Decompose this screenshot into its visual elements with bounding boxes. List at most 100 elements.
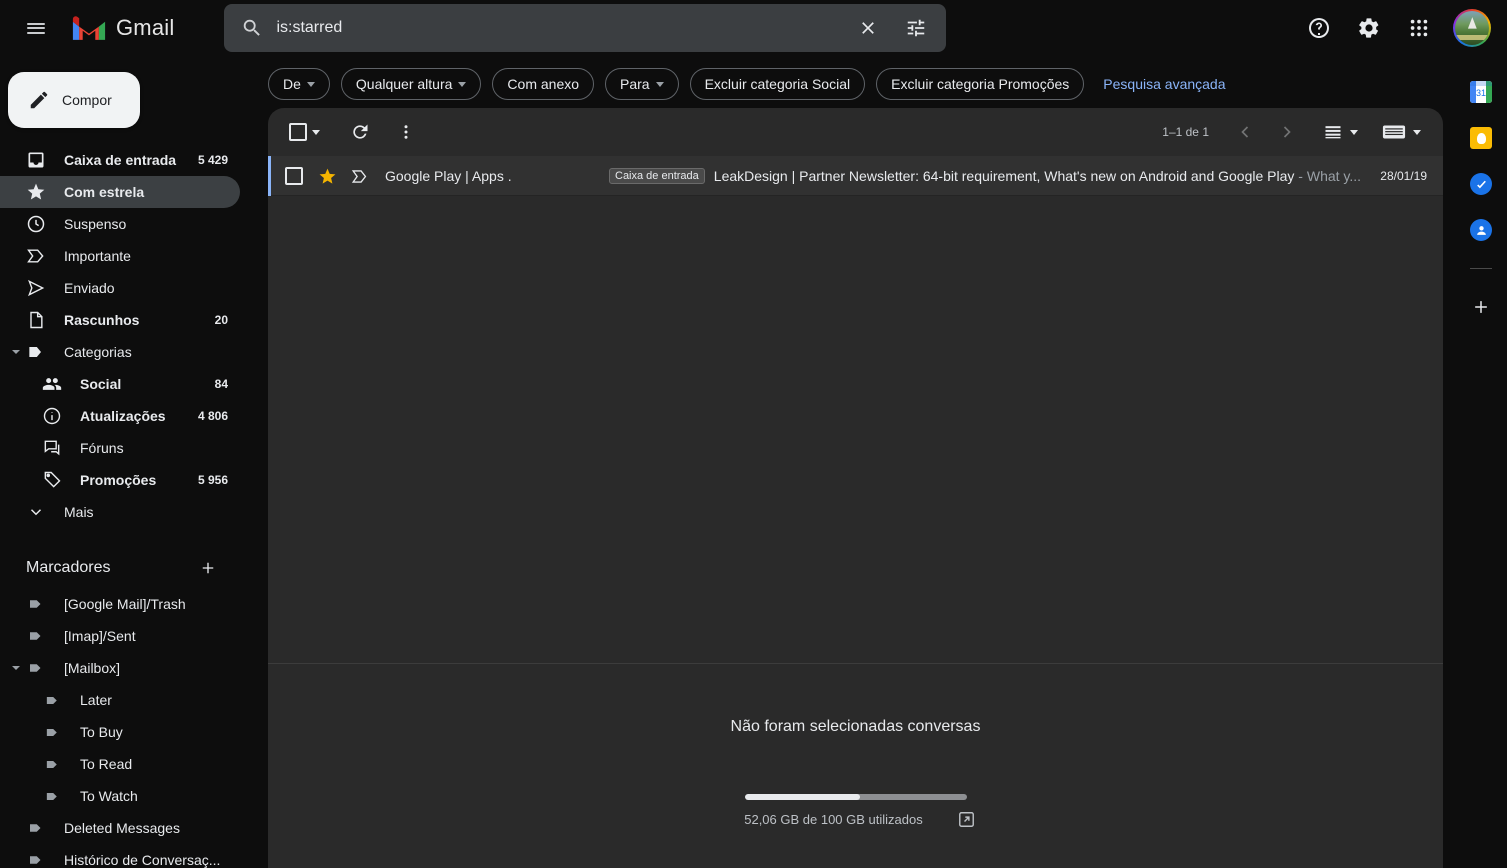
filter-chip-to[interactable]: Para	[605, 68, 679, 100]
sidebar-label: [Mailbox]	[64, 660, 228, 676]
sidebar-label-imap-sent[interactable]: [Imap]/Sent	[0, 620, 240, 652]
sidebar-label-historico[interactable]: Histórico de Conversaç...	[0, 844, 240, 868]
row-label-chip[interactable]: Caixa de entrada	[609, 168, 705, 184]
chevron-right-icon[interactable]	[1267, 112, 1307, 152]
sidebar-label-deleted-messages[interactable]: Deleted Messages	[0, 812, 240, 844]
filter-chip-from[interactable]: De	[268, 68, 330, 100]
search-area	[224, 4, 946, 52]
sidebar-item-sent[interactable]: Enviado	[0, 272, 240, 304]
label-icon	[42, 754, 62, 774]
list-toolbar: 1–1 de 1	[268, 108, 1443, 156]
plus-icon[interactable]	[1469, 295, 1493, 319]
gmail-app: Gmail	[0, 0, 1507, 868]
sidebar-label: Rascunhos	[64, 312, 197, 328]
hamburger-icon[interactable]	[12, 4, 60, 52]
google-calendar-icon[interactable]: 31	[1469, 80, 1493, 104]
row-sender: Google Play | Apps .	[385, 168, 609, 184]
select-all-checkbox[interactable]	[284, 112, 324, 152]
filter-chip-exclude-promotions[interactable]: Excluir categoria Promoções	[876, 68, 1084, 100]
sidebar-item-drafts[interactable]: Rascunhos 20	[0, 304, 240, 336]
display-density-icon[interactable]	[1321, 122, 1364, 142]
sidebar-item-social[interactable]: Social 84	[0, 368, 240, 400]
sidebar-item-categories[interactable]: Categorias	[0, 336, 240, 368]
sidebar-label-later[interactable]: Later	[0, 684, 240, 716]
sidebar-item-more[interactable]: Mais	[0, 496, 240, 528]
plus-icon[interactable]	[194, 554, 222, 582]
chevron-left-icon[interactable]	[1225, 112, 1265, 152]
forum-icon	[42, 438, 62, 458]
sidebar-label-google-mail-trash[interactable]: [Google Mail]/Trash	[0, 588, 240, 620]
compose-button[interactable]: Compor	[8, 72, 140, 128]
labels-title: Marcadores	[26, 559, 110, 577]
sidebar-item-snoozed[interactable]: Suspenso	[0, 208, 240, 240]
send-icon	[26, 278, 46, 298]
sidebar-label: Caixa de entrada	[64, 152, 180, 168]
apps-grid-icon[interactable]	[1397, 6, 1441, 50]
storage-text: 52,06 GB de 100 GB utilizados	[734, 811, 934, 828]
sidebar-label: To Buy	[80, 724, 228, 740]
compose-label: Compor	[62, 92, 112, 108]
labels-header: Marcadores	[0, 548, 240, 588]
row-subject-area: Caixa de entrada LeakDesign | Partner Ne…	[609, 168, 1364, 184]
google-tasks-icon[interactable]	[1469, 172, 1493, 196]
sidebar-count: 5 956	[198, 473, 228, 487]
star-filled-icon[interactable]	[317, 166, 337, 186]
sidebar-item-forums[interactable]: Fóruns	[0, 432, 240, 464]
star-icon	[26, 182, 46, 202]
input-tools-icon[interactable]	[1380, 123, 1427, 141]
chip-label: Qualquer altura	[356, 76, 453, 92]
close-icon[interactable]	[844, 4, 892, 52]
label-icon	[26, 626, 46, 646]
sidebar-label-to-buy[interactable]: To Buy	[0, 716, 240, 748]
refresh-icon[interactable]	[340, 112, 380, 152]
search-options-icon[interactable]	[892, 4, 940, 52]
help-icon[interactable]	[1297, 6, 1341, 50]
sidebar-label: Suspenso	[64, 216, 210, 232]
sidebar-label: Mais	[64, 504, 210, 520]
sidebar-item-starred[interactable]: Com estrela	[0, 176, 240, 208]
sidebar-item-promotions[interactable]: Promoções 5 956	[0, 464, 240, 496]
chevron-down-icon	[26, 502, 46, 522]
filter-chip-any-time[interactable]: Qualquer altura	[341, 68, 482, 100]
advanced-search-link[interactable]: Pesquisa avançada	[1103, 76, 1225, 92]
sidebar-count: 20	[215, 313, 228, 327]
important-marker-icon[interactable]	[349, 166, 369, 186]
chip-label: Excluir categoria Promoções	[891, 76, 1069, 92]
avatar-image	[1455, 11, 1489, 45]
sidebar-label: Later	[80, 692, 228, 708]
chevron-down-icon[interactable]	[10, 346, 22, 358]
open-in-new-icon[interactable]	[956, 808, 978, 830]
chevron-down-icon	[307, 82, 315, 87]
chevron-down-icon[interactable]	[10, 662, 22, 674]
chevron-down-icon[interactable]	[312, 130, 320, 135]
sidebar-label-mailbox[interactable]: [Mailbox]	[0, 652, 240, 684]
sidebar-label-to-watch[interactable]: To Watch	[0, 780, 240, 812]
sidebar-label: [Imap]/Sent	[64, 628, 228, 644]
search-bar[interactable]	[224, 4, 946, 52]
google-keep-icon[interactable]	[1469, 126, 1493, 150]
side-panel: 31	[1455, 56, 1507, 868]
table-row[interactable]: Google Play | Apps . Caixa de entrada Le…	[268, 156, 1443, 196]
account-avatar[interactable]	[1453, 9, 1491, 47]
info-icon	[42, 406, 62, 426]
filter-chip-has-attachment[interactable]: Com anexo	[492, 68, 594, 100]
row-checkbox[interactable]	[285, 167, 303, 185]
gmail-logo[interactable]: Gmail	[70, 14, 174, 42]
gear-icon[interactable]	[1347, 6, 1391, 50]
label-icon	[26, 818, 46, 838]
search-input[interactable]	[276, 19, 844, 37]
filter-chip-exclude-social[interactable]: Excluir categoria Social	[690, 68, 866, 100]
sidebar-item-important[interactable]: Importante	[0, 240, 240, 272]
search-icon[interactable]	[228, 4, 276, 52]
chip-label: De	[283, 76, 301, 92]
sidebar-label: Fóruns	[80, 440, 210, 456]
google-contacts-icon[interactable]	[1469, 218, 1493, 242]
more-vert-icon[interactable]	[386, 112, 426, 152]
sidebar-item-inbox[interactable]: Caixa de entrada 5 429	[0, 144, 240, 176]
search-filter-chips: De Qualquer altura Com anexo Para Exclui…	[256, 60, 1455, 108]
sidebar-label: Importante	[64, 248, 210, 264]
storage-info-row: 52,06 GB de 100 GB utilizados	[734, 808, 978, 830]
label-icon	[42, 722, 62, 742]
sidebar-label-to-read[interactable]: To Read	[0, 748, 240, 780]
sidebar-item-updates[interactable]: Atualizações 4 806	[0, 400, 240, 432]
